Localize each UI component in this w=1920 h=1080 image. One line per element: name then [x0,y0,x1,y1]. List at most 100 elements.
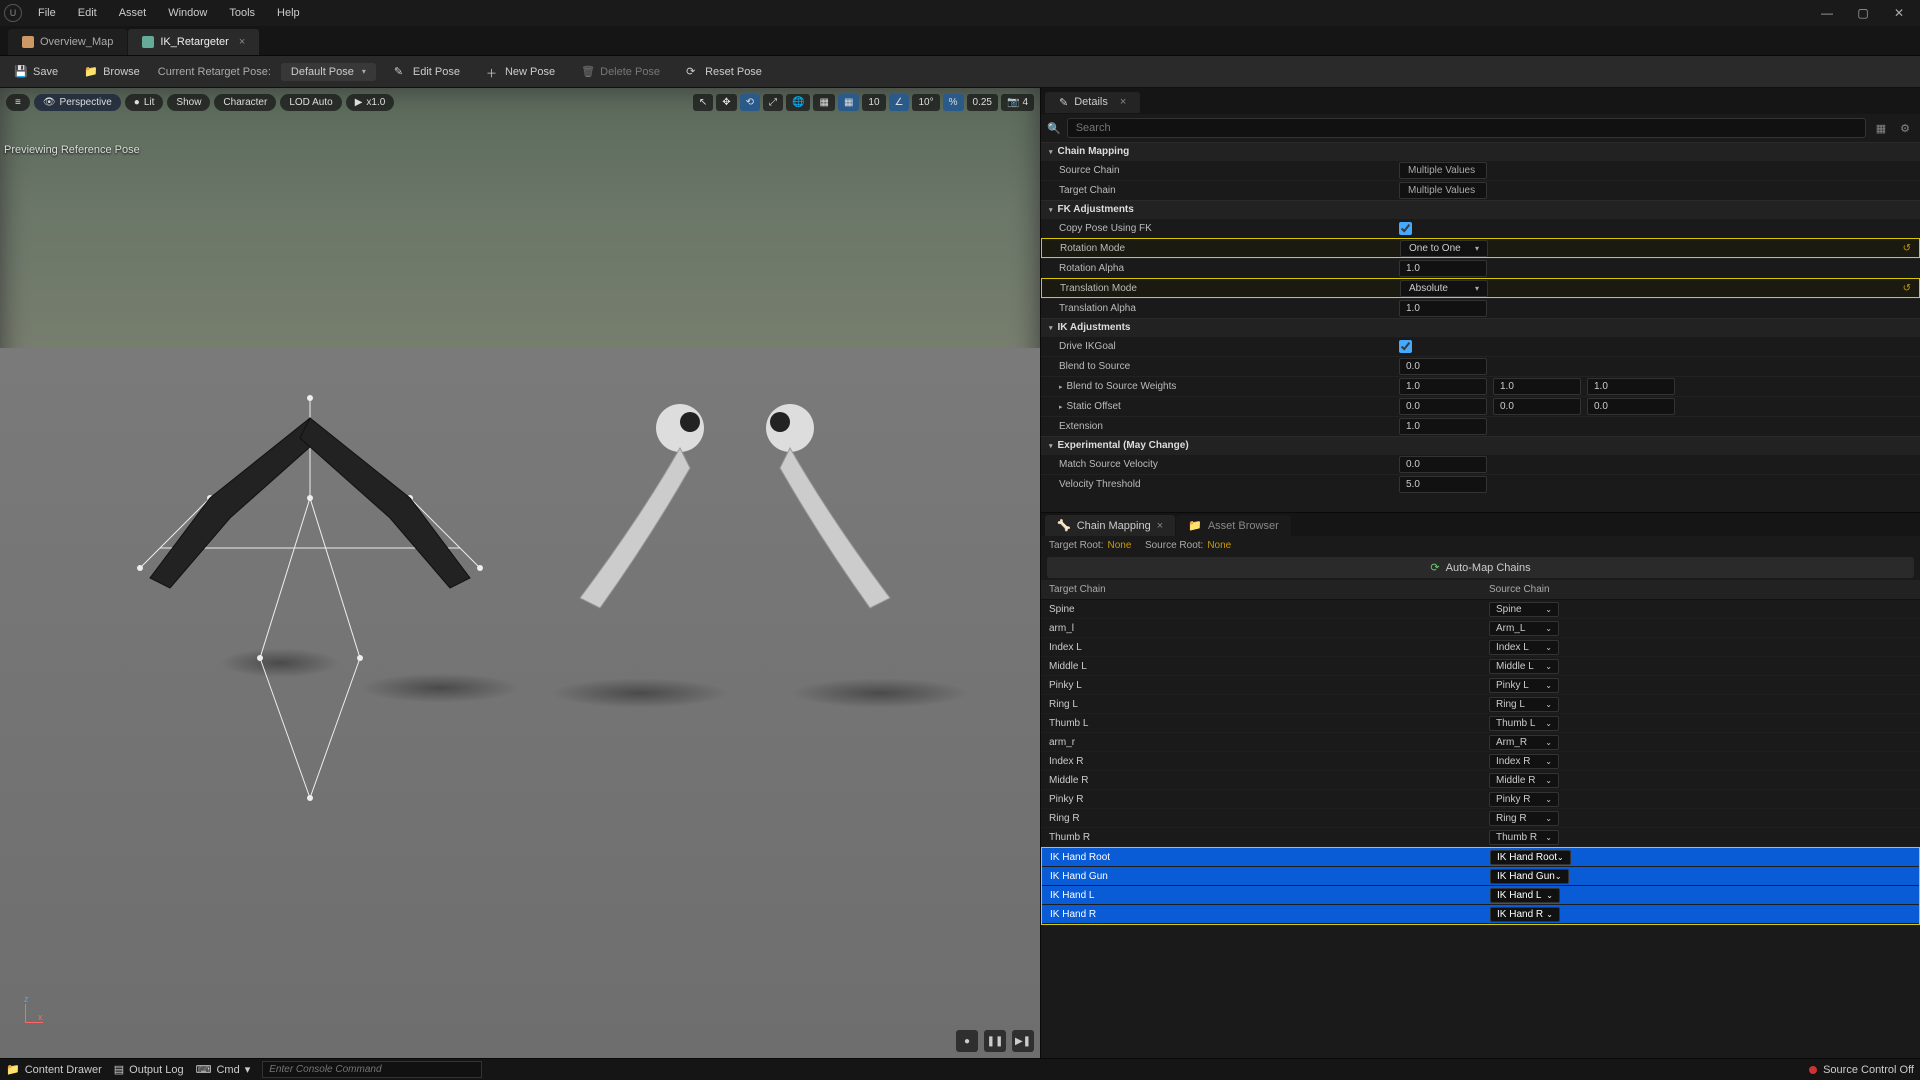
chain-row[interactable]: Index LIndex L⌄ [1041,638,1920,657]
filter-icon[interactable]: ▦ [1872,119,1890,137]
source-chain-dropdown[interactable]: Thumb L⌄ [1489,716,1559,731]
record-button[interactable]: ● [956,1030,978,1052]
source-chain-dropdown[interactable]: IK Hand L⌄ [1490,888,1560,903]
chain-row[interactable]: SpineSpine⌄ [1041,600,1920,619]
source-chain-dropdown[interactable]: Pinky R⌄ [1489,792,1559,807]
so1-input[interactable]: 0.0 [1399,398,1487,415]
source-chain-dropdown[interactable]: Middle L⌄ [1489,659,1559,674]
menu-help[interactable]: Help [267,3,310,23]
close-icon[interactable]: × [239,36,245,48]
label[interactable]: Static Offset [1059,401,1399,412]
step-button[interactable]: ▶❚ [1012,1030,1034,1052]
translation-alpha-input[interactable]: 1.0 [1399,300,1487,317]
show-dropdown[interactable]: Show [167,94,210,111]
section-chain[interactable]: Chain Mapping [1041,142,1920,160]
source-chain-dropdown[interactable]: IK Hand Root⌄ [1490,850,1571,865]
chain-row[interactable]: IK Hand LIK Hand L⌄ [1042,886,1919,905]
chain-row[interactable]: Index RIndex R⌄ [1041,752,1920,771]
chain-row[interactable]: IK Hand RIK Hand R⌄ [1042,905,1919,924]
bw1-input[interactable]: 1.0 [1399,378,1487,395]
source-chain-dropdown[interactable]: Spine⌄ [1489,602,1559,617]
search-input[interactable] [1067,118,1866,138]
viewport-menu-button[interactable]: ≡ [6,94,30,111]
pause-button[interactable]: ❚❚ [984,1030,1006,1052]
rotate-mode-icon[interactable]: ⟲ [740,94,760,111]
chain-row[interactable]: arm_rArm_R⌄ [1041,733,1920,752]
translation-mode-dropdown[interactable]: Absolute [1400,280,1488,297]
close-button[interactable]: ✕ [1882,2,1916,24]
scale-snap-value[interactable]: 0.25 [967,94,998,111]
source-chain-dropdown[interactable]: Arm_L⌄ [1489,621,1559,636]
cmd-dropdown[interactable]: ⌨ Cmd ▾ [196,1063,251,1076]
section-ik[interactable]: IK Adjustments [1041,318,1920,336]
extension-input[interactable]: 1.0 [1399,418,1487,435]
vel-thresh-input[interactable]: 5.0 [1399,476,1487,493]
menu-asset[interactable]: Asset [109,3,157,23]
details-tab[interactable]: ✎ Details× [1045,92,1140,113]
source-chain-dropdown[interactable]: Multiple Values [1399,162,1487,179]
so3-input[interactable]: 0.0 [1587,398,1675,415]
new-pose-button[interactable]: ＋New Pose [478,61,563,83]
source-chain-dropdown[interactable]: Index R⌄ [1489,754,1559,769]
grid-snap-value[interactable]: 10 [862,94,885,111]
match-vel-input[interactable]: 0.0 [1399,456,1487,473]
lit-dropdown[interactable]: ● Lit [125,94,164,111]
chain-list[interactable]: SpineSpine⌄arm_lArm_L⌄Index LIndex L⌄Mid… [1041,600,1920,1058]
bw2-input[interactable]: 1.0 [1493,378,1581,395]
gear-icon[interactable]: ⚙ [1896,119,1914,137]
character-dropdown[interactable]: Character [214,94,276,111]
label[interactable]: Blend to Source Weights [1059,381,1399,392]
source-chain-dropdown[interactable]: Middle R⌄ [1489,773,1559,788]
reset-pose-button[interactable]: ⟳Reset Pose [678,61,770,83]
rotation-alpha-input[interactable]: 1.0 [1399,260,1487,277]
select-mode-icon[interactable]: ↖ [693,94,713,111]
menu-tools[interactable]: Tools [219,3,265,23]
chain-row[interactable]: Ring LRing L⌄ [1041,695,1920,714]
chain-row[interactable]: Thumb RThumb R⌄ [1041,828,1920,847]
source-chain-dropdown[interactable]: IK Hand Gun⌄ [1490,869,1569,884]
bw3-input[interactable]: 1.0 [1587,378,1675,395]
chain-row[interactable]: IK Hand RootIK Hand Root⌄ [1042,848,1919,867]
copy-pose-checkbox[interactable] [1399,222,1412,235]
chain-row[interactable]: Thumb LThumb L⌄ [1041,714,1920,733]
content-drawer-button[interactable]: 📁 Content Drawer [6,1063,102,1076]
target-chain-dropdown[interactable]: Multiple Values [1399,182,1487,199]
close-icon[interactable]: × [1157,520,1163,532]
automap-button[interactable]: ⟳Auto-Map Chains [1047,557,1914,578]
move-mode-icon[interactable]: ✥ [716,94,736,111]
console-input[interactable] [262,1061,482,1078]
lod-dropdown[interactable]: LOD Auto [280,94,341,111]
source-chain-dropdown[interactable]: Index L⌄ [1489,640,1559,655]
maximize-button[interactable]: ▢ [1846,2,1880,24]
chain-row[interactable]: Middle RMiddle R⌄ [1041,771,1920,790]
delete-pose-button[interactable]: 🗑Delete Pose [573,61,668,83]
angle-snap-toggle[interactable]: ∠ [889,94,910,111]
chain-row[interactable]: Middle LMiddle L⌄ [1041,657,1920,676]
chain-row[interactable]: Pinky RPinky R⌄ [1041,790,1920,809]
chain-row[interactable]: arm_lArm_L⌄ [1041,619,1920,638]
section-fk[interactable]: FK Adjustments [1041,200,1920,218]
browse-button[interactable]: 📁Browse [76,61,148,83]
scale-mode-icon[interactable]: ⤢ [763,94,783,111]
camera-speed[interactable]: 📷 4 [1001,94,1034,111]
viewport[interactable]: Previewing Reference Pose ≡ 👁 Perspectiv… [0,88,1040,1058]
angle-snap-value[interactable]: 10° [912,94,939,111]
menu-window[interactable]: Window [158,3,217,23]
tab-retargeter[interactable]: IK_Retargeter × [128,29,259,55]
source-chain-dropdown[interactable]: Arm_R⌄ [1489,735,1559,750]
source-chain-dropdown[interactable]: Ring L⌄ [1489,697,1559,712]
save-button[interactable]: 💾Save [6,61,66,83]
source-chain-dropdown[interactable]: IK Hand R⌄ [1490,907,1560,922]
tab-overview[interactable]: Overview_Map [8,29,127,55]
menu-file[interactable]: File [28,3,66,23]
close-icon[interactable]: × [1120,96,1126,108]
play-speed[interactable]: ▶ x1.0 [346,94,395,111]
so2-input[interactable]: 0.0 [1493,398,1581,415]
surface-snap-icon[interactable]: ▦ [813,94,834,111]
output-log-button[interactable]: ▤ Output Log [114,1063,184,1076]
drive-ik-checkbox[interactable] [1399,340,1412,353]
source-chain-dropdown[interactable]: Ring R⌄ [1489,811,1559,826]
default-pose-dropdown[interactable]: Default Pose [281,63,376,81]
source-control[interactable]: Source Control Off [1809,1064,1914,1076]
minimize-button[interactable]: — [1810,2,1844,24]
